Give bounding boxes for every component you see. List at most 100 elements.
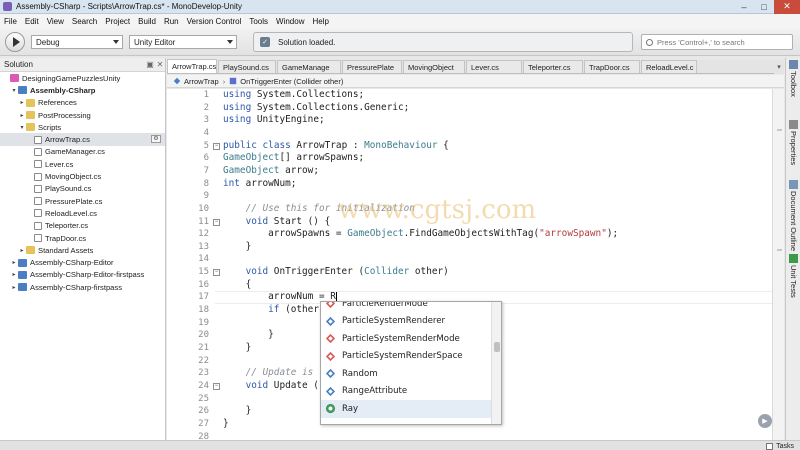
tree-item[interactable]: PlaySound.cs <box>0 183 165 195</box>
tab-trapdoor-cs[interactable]: TrapDoor.cs <box>584 60 640 73</box>
tab-gamemanage[interactable]: GameManage <box>277 60 341 73</box>
completion-item[interactable]: ParticleSystemRenderSpace <box>321 348 491 366</box>
tasks-button[interactable]: Tasks <box>766 441 794 450</box>
fold-toggle-icon[interactable]: − <box>213 218 220 226</box>
item-options-icon[interactable]: ⚙ <box>151 135 161 144</box>
code-line[interactable]: // Use this for initialization <box>223 203 415 216</box>
search-input[interactable]: Press 'Control+,' to search <box>641 34 793 50</box>
menu-project[interactable]: Project <box>105 17 130 26</box>
menu-window[interactable]: Window <box>276 17 304 26</box>
code-line[interactable]: if (other <box>223 304 319 317</box>
tab-list-icon[interactable]: ▾ <box>774 60 784 74</box>
fold-toggle-icon[interactable]: − <box>213 142 220 150</box>
completion-scrollbar[interactable] <box>491 302 501 424</box>
tree-item[interactable]: ▸ Assembly-CSharp-Editor <box>0 256 165 268</box>
code-line[interactable]: using System.Collections; <box>223 89 364 102</box>
expander-icon[interactable]: ▾ <box>10 87 18 94</box>
tab-playsound-cs[interactable]: PlaySound.cs <box>218 60 276 73</box>
completion-item[interactable]: ParticleRenderMode <box>321 302 491 313</box>
menu-file[interactable]: File <box>4 17 17 26</box>
pad-options-icon[interactable]: ▣ <box>145 60 155 69</box>
code-line[interactable]: } <box>223 342 252 355</box>
expander-icon[interactable]: ▸ <box>10 271 18 278</box>
code-line[interactable]: public class ArrowTrap : MonoBehaviour { <box>223 140 449 153</box>
breadcrumb-member[interactable]: OnTriggerEnter (Collider other) <box>240 77 343 86</box>
tree-item[interactable]: ▸ Assembly-CSharp-Editor-firstpass <box>0 269 165 281</box>
expander-icon[interactable]: ▸ <box>10 259 18 266</box>
tree-item[interactable]: ▸ References <box>0 97 165 109</box>
editor-scrollbar[interactable] <box>772 89 784 440</box>
pad-tab-document-outline[interactable]: Document Outline <box>787 180 800 251</box>
menu-run[interactable]: Run <box>164 17 179 26</box>
menu-build[interactable]: Build <box>138 17 156 26</box>
expander-icon[interactable]: ▸ <box>10 284 18 291</box>
tree-item[interactable]: Teleporter.cs <box>0 220 165 232</box>
maximize-icon[interactable]: □ <box>754 0 774 14</box>
configuration-select[interactable]: Debug <box>31 35 123 49</box>
expander-icon[interactable]: ▸ <box>18 99 26 106</box>
breadcrumb-class[interactable]: ArrowTrap <box>184 77 219 86</box>
tree-item[interactable]: ▸ Assembly-CSharp-firstpass <box>0 281 165 293</box>
tree-item[interactable]: ReloadLevel.cs <box>0 207 165 219</box>
code-line[interactable]: void OnTriggerEnter (Collider other) <box>223 266 449 279</box>
pad-tab-properties[interactable]: Properties <box>787 120 800 165</box>
tree-item[interactable]: ▸ Standard Assets <box>0 244 165 256</box>
tab-reloadlevel-c[interactable]: ReloadLevel.c <box>641 60 697 73</box>
minimize-icon[interactable]: – <box>734 0 754 14</box>
code-line[interactable]: using System.Collections.Generic; <box>223 102 409 115</box>
tree-item[interactable]: Lever.cs <box>0 158 165 170</box>
menu-edit[interactable]: Edit <box>25 17 39 26</box>
run-button[interactable] <box>5 32 25 52</box>
fold-toggle-icon[interactable]: − <box>213 382 220 390</box>
tree-item[interactable]: DesigningGamePuzzlesUnity <box>0 72 165 84</box>
code-line[interactable]: GameObject arrow; <box>223 165 319 178</box>
completion-list[interactable]: ParticleRenderMode ParticleSystemRenderer… <box>320 301 502 425</box>
code-line[interactable]: } <box>223 418 229 431</box>
tree-item[interactable]: MovingObject.cs <box>0 170 165 182</box>
tab-movingobject[interactable]: MovingObject <box>403 60 465 73</box>
tree-item[interactable]: ▾ Assembly-CSharp <box>0 84 165 96</box>
completion-item[interactable]: ParticleSystemRenderMode <box>321 330 491 348</box>
tree-item[interactable]: ArrowTrap.cs ⚙ <box>0 133 165 146</box>
completion-item[interactable]: RangeAttribute <box>321 383 491 401</box>
code-line[interactable]: } <box>223 405 252 418</box>
code-line[interactable]: int arrowNum; <box>223 178 296 191</box>
menu-help[interactable]: Help <box>312 17 328 26</box>
code-line[interactable]: // Update is <box>223 367 314 380</box>
completion-item[interactable]: Ray <box>321 400 491 418</box>
menu-search[interactable]: Search <box>72 17 97 26</box>
tab-lever-cs[interactable]: Lever.cs <box>466 60 522 73</box>
tree-item[interactable]: GameManager.cs <box>0 146 165 158</box>
expander-icon[interactable]: ▸ <box>18 247 26 254</box>
expander-icon[interactable]: ▾ <box>18 124 26 131</box>
code-line[interactable]: GameObject[] arrowSpawns; <box>223 152 364 165</box>
code-line[interactable]: using UnityEngine; <box>223 114 325 127</box>
tab-pressureplate[interactable]: PressurePlate <box>342 60 402 73</box>
menu-view[interactable]: View <box>47 17 64 26</box>
target-select[interactable]: Unity Editor <box>129 35 237 49</box>
notification-icon[interactable]: ▶ <box>758 414 772 428</box>
tab-teleporter-cs[interactable]: Teleporter.cs <box>523 60 583 73</box>
code-line[interactable]: void Start () { <box>223 216 331 229</box>
menu-tools[interactable]: Tools <box>249 17 268 26</box>
fold-toggle-icon[interactable]: − <box>213 269 220 277</box>
completion-item[interactable]: ParticleSystemRenderer <box>321 313 491 331</box>
code-line[interactable]: } <box>223 241 252 254</box>
tree-item[interactable]: PressurePlate.cs <box>0 195 165 207</box>
completion-item[interactable]: Random <box>321 365 491 383</box>
code-line[interactable]: arrowSpawns = GameObject.FindGameObjects… <box>223 228 618 241</box>
code-line[interactable]: void Update ( <box>223 380 319 393</box>
code-line[interactable]: } <box>223 329 274 342</box>
pad-tab-toolbox[interactable]: Toolbox <box>787 60 800 97</box>
menu-version-control[interactable]: Version Control <box>187 17 242 26</box>
code-line[interactable]: { <box>223 279 252 292</box>
tree-item[interactable]: ▾ Scripts <box>0 121 165 133</box>
tab-arrowtrap-cs[interactable]: ArrowTrap.cs✕ <box>167 59 217 73</box>
pad-tab-unit-tests[interactable]: Unit Tests <box>787 254 800 298</box>
expander-icon[interactable]: ▸ <box>18 112 26 119</box>
pad-close-icon[interactable]: ✕ <box>155 60 165 69</box>
completion-scroll-thumb[interactable] <box>494 342 500 352</box>
close-icon[interactable]: ✕ <box>774 0 800 14</box>
tree-item[interactable]: TrapDoor.cs <box>0 232 165 244</box>
tree-item[interactable]: ▸ PostProcessing <box>0 109 165 121</box>
